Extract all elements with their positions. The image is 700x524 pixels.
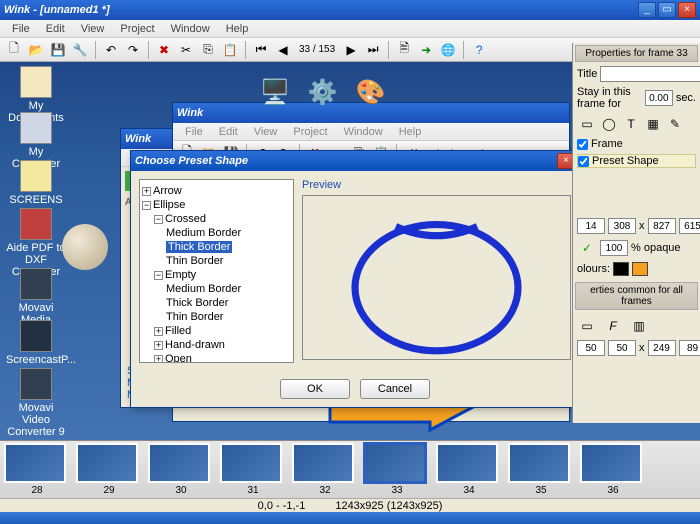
status-position: 0,0 - -1,-1 [258, 500, 306, 512]
title-input[interactable] [600, 66, 700, 82]
opacity-input[interactable] [600, 240, 628, 256]
tool-icon[interactable]: ▭ [577, 114, 597, 134]
minimize-button[interactable]: _ [638, 2, 656, 18]
thumbnail[interactable] [4, 443, 66, 483]
menu-help[interactable]: Help [218, 23, 257, 35]
close-button[interactable]: × [678, 2, 696, 18]
menu-window[interactable]: Window [163, 23, 218, 35]
save-icon[interactable]: 💾 [48, 40, 68, 60]
check-icon[interactable]: ✓ [577, 238, 597, 258]
preview-label: Preview [302, 179, 571, 191]
properties-header: Properties for frame 33 [575, 45, 698, 62]
export-icon[interactable]: ➜ [416, 40, 436, 60]
globe-icon[interactable]: 🌐 [438, 40, 458, 60]
expand-icon[interactable]: + [142, 187, 151, 196]
doc-icon[interactable]: 🗎 [394, 40, 414, 60]
thumbnail[interactable] [220, 443, 282, 483]
filmstrip[interactable]: 28 29 30 31 32 33 34 35 36 [0, 440, 700, 498]
menu-view[interactable]: View [73, 23, 113, 35]
screen-icon[interactable]: 🖥️ [260, 78, 290, 107]
thumbnail[interactable] [76, 443, 138, 483]
paste-icon[interactable]: 📋 [220, 40, 240, 60]
thumbnail[interactable] [292, 443, 354, 483]
cut-icon[interactable]: ✂ [176, 40, 196, 60]
thumbnail[interactable] [508, 443, 570, 483]
frame-checkbox[interactable] [577, 139, 588, 150]
thumbnail-selected[interactable] [364, 443, 426, 483]
desktop-icon-movaviconv[interactable]: Movavi Video Converter 9 [6, 368, 66, 438]
tree-item-selected[interactable]: Thick Border [142, 240, 291, 254]
main-title: Wink - [unnamed1 *] [4, 4, 636, 16]
color-swatch-orange[interactable] [632, 262, 648, 276]
moon-image [62, 224, 108, 270]
preset-shape-checkbox[interactable] [578, 156, 589, 167]
thumbnail[interactable] [580, 443, 642, 483]
desktop-icon-screencast[interactable]: ScreencastP... [6, 320, 66, 366]
desktop-icon-screens[interactable]: SCREENS [6, 160, 66, 206]
first-icon[interactable]: ⏮ [251, 40, 271, 60]
dim-input[interactable] [577, 218, 605, 234]
wrench-icon[interactable]: 🔧 [70, 40, 90, 60]
dialog-title: Choose Preset Shape [135, 155, 555, 167]
shape-tree[interactable]: +Arrow −Ellipse −Crossed Medium Border T… [139, 179, 294, 363]
menu-file[interactable]: File [4, 23, 38, 35]
delete-icon[interactable]: ✖ [154, 40, 174, 60]
preview-box [302, 195, 571, 360]
menu-edit[interactable]: Edit [38, 23, 73, 35]
maximize-button[interactable]: ▭ [658, 2, 676, 18]
main-menubar: File Edit View Project Window Help [0, 20, 700, 38]
prev-icon[interactable]: ◀ [273, 40, 293, 60]
status-dimensions: 1243x925 (1243x925) [335, 500, 442, 512]
thumbnail[interactable] [148, 443, 210, 483]
tree-item[interactable]: Thick Border [142, 296, 291, 310]
properties-panel: Properties for frame 33 Title Stay in th… [572, 43, 700, 423]
choose-preset-dialog: Choose Preset Shape × +Arrow −Ellipse −C… [130, 150, 580, 408]
palette-icon[interactable]: 🎨 [356, 78, 386, 107]
copy-icon[interactable]: ⎘ [198, 40, 218, 60]
cancel-button[interactable]: Cancel [360, 379, 430, 399]
status-bar: 0,0 - -1,-1 1243x925 (1243x925) [0, 498, 700, 512]
tree-item[interactable]: Medium Border [142, 226, 291, 240]
thumbnail[interactable] [436, 443, 498, 483]
gear-icon[interactable]: ⚙️ [308, 78, 338, 107]
help-icon[interactable]: ? [469, 40, 489, 60]
last-icon[interactable]: ⏭ [363, 40, 383, 60]
tree-item[interactable]: Thin Border [142, 310, 291, 324]
tree-item[interactable]: Thin Border [142, 254, 291, 268]
ok-button[interactable]: OK [280, 379, 350, 399]
taskbar[interactable] [0, 512, 700, 524]
redo-icon[interactable]: ↷ [123, 40, 143, 60]
new-icon[interactable]: 🗋 [4, 40, 24, 60]
undo-icon[interactable]: ↶ [101, 40, 121, 60]
main-titlebar: Wink - [unnamed1 *] _ ▭ × [0, 0, 700, 20]
color-swatch-black[interactable] [613, 262, 629, 276]
open-icon[interactable]: 📂 [26, 40, 46, 60]
tree-item[interactable]: Medium Border [142, 282, 291, 296]
toolbox-icons: 🖥️ ⚙️ 🎨 [260, 78, 386, 107]
menu-project[interactable]: Project [112, 23, 162, 35]
frame-counter: 33 / 153 [295, 44, 339, 55]
duration-input[interactable] [645, 90, 673, 106]
next-icon[interactable]: ▶ [341, 40, 361, 60]
